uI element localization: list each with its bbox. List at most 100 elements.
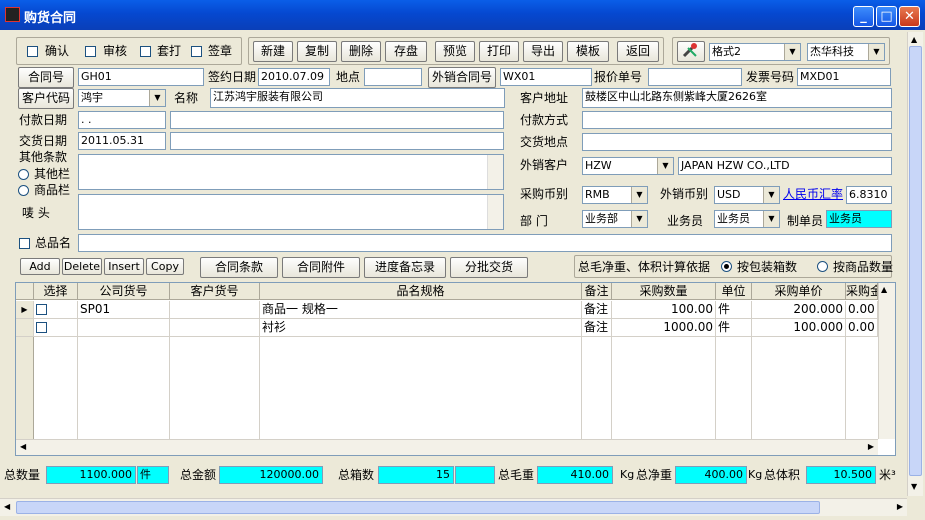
export-button[interactable]: 导出: [523, 41, 563, 62]
pay-method-field[interactable]: [582, 111, 892, 129]
sign-date-field[interactable]: 2010.07.09: [258, 68, 330, 86]
window-vertical-scrollbar[interactable]: ▲ ▼: [907, 32, 923, 496]
cell-note[interactable]: 备注: [582, 301, 612, 319]
contract-no-field[interactable]: GH01: [78, 68, 204, 86]
by-goods-radio[interactable]: [817, 261, 828, 272]
maker-field[interactable]: 业务员: [826, 210, 892, 228]
purchase-currency-select[interactable]: RMB ▼: [582, 186, 648, 204]
tab-batch-delivery[interactable]: 分批交货: [450, 257, 528, 278]
overprint-checkbox[interactable]: [140, 46, 151, 57]
column-header-company-no[interactable]: 公司货号: [78, 283, 170, 300]
row-select-checkbox[interactable]: [36, 322, 47, 333]
pay-date-field[interactable]: . .: [78, 111, 166, 129]
save-button[interactable]: 存盘: [385, 41, 427, 62]
scroll-down-icon[interactable]: ▼: [911, 482, 917, 491]
column-header-select[interactable]: 选择: [34, 283, 78, 300]
delivery-place-field[interactable]: [582, 133, 892, 151]
by-box-radio[interactable]: [721, 261, 732, 272]
table-vertical-scrollbar[interactable]: ▲: [878, 283, 895, 439]
window-hscroll-thumb[interactable]: [16, 501, 820, 514]
tools-icon[interactable]: [677, 41, 705, 62]
close-button[interactable]: ✕: [899, 6, 920, 27]
contract-no-button[interactable]: 合同号: [18, 67, 74, 88]
cell-spec[interactable]: 衬衫: [260, 319, 582, 337]
format-select[interactable]: 格式2 ▼: [709, 43, 801, 61]
cell-amount[interactable]: 0.00: [846, 301, 878, 319]
scroll-left-icon[interactable]: ◀: [20, 442, 26, 451]
cell-price[interactable]: 100.000: [752, 319, 846, 337]
insert-row-button[interactable]: Insert: [104, 258, 144, 275]
invoice-no-field[interactable]: MXD01: [797, 68, 891, 86]
company-select[interactable]: 杰华科技 ▼: [807, 43, 885, 61]
delivery-note-field[interactable]: [170, 132, 504, 150]
scroll-up-icon[interactable]: ▲: [911, 35, 917, 44]
export-customer-name-field[interactable]: JAPAN HZW CO.,LTD: [678, 157, 892, 175]
column-header-unit[interactable]: 单位: [716, 283, 752, 300]
name-field[interactable]: 江苏鸿宇服装有限公司: [210, 88, 505, 108]
customer-code-select[interactable]: 鸿宇 ▼: [78, 89, 166, 107]
template-button[interactable]: 模板: [567, 41, 609, 62]
add-row-button[interactable]: Add: [20, 258, 60, 275]
customer-address-field[interactable]: 鼓楼区中山北路东侧紫峰大厦2626室: [582, 88, 892, 108]
cell-amount[interactable]: 0.00: [846, 319, 878, 337]
other-column-radio[interactable]: [18, 169, 29, 180]
delete-button[interactable]: 删除: [341, 41, 381, 62]
copy-button[interactable]: 复制: [297, 41, 337, 62]
mark-textarea[interactable]: [78, 194, 504, 230]
column-header-qty[interactable]: 采购数量: [612, 283, 716, 300]
cell-company-no[interactable]: [78, 319, 170, 337]
export-customer-select[interactable]: HZW ▼: [582, 157, 674, 175]
column-header-price[interactable]: 采购单价: [752, 283, 846, 300]
dept-select[interactable]: 业务部 ▼: [582, 210, 648, 228]
goods-column-radio[interactable]: [18, 185, 29, 196]
cell-qty[interactable]: 1000.00: [612, 319, 716, 337]
export-contract-field[interactable]: WX01: [500, 68, 592, 86]
cell-customer-no[interactable]: [170, 319, 260, 337]
mark-scrollbar[interactable]: [487, 195, 503, 229]
tab-contract-terms[interactable]: 合同条款: [200, 257, 278, 278]
window-scroll-thumb[interactable]: [909, 46, 922, 476]
cell-qty[interactable]: 100.00: [612, 301, 716, 319]
column-header-customer-no[interactable]: 客户货号: [170, 283, 260, 300]
salesman-select[interactable]: 业务员 ▼: [714, 210, 780, 228]
delete-row-button[interactable]: Delete: [62, 258, 102, 275]
other-terms-textarea[interactable]: [78, 154, 504, 190]
preview-button[interactable]: 预览: [435, 41, 475, 62]
exchange-rate-field[interactable]: 6.8310: [846, 186, 892, 204]
customer-code-button[interactable]: 客户代码: [18, 88, 74, 109]
quote-no-field[interactable]: [648, 68, 742, 86]
window-horizontal-scrollbar[interactable]: ◀ ▶: [0, 498, 907, 516]
delivery-date-field[interactable]: 2011.05.31: [78, 132, 166, 150]
cell-unit[interactable]: 件: [716, 301, 752, 319]
export-contract-button[interactable]: 外销合同号: [428, 67, 496, 88]
new-button[interactable]: 新建: [253, 41, 293, 62]
table-horizontal-scrollbar[interactable]: ◀ ▶: [16, 439, 878, 455]
scroll-right-icon[interactable]: ▶: [897, 502, 903, 511]
cell-customer-no[interactable]: [170, 301, 260, 319]
exchange-rate-link[interactable]: 人民币汇率: [783, 185, 843, 203]
tab-contract-attachments[interactable]: 合同附件: [282, 257, 360, 278]
column-header-note[interactable]: 备注: [582, 283, 612, 300]
export-currency-select[interactable]: USD ▼: [714, 186, 780, 204]
row-select-checkbox[interactable]: [36, 304, 47, 315]
scroll-left-icon[interactable]: ◀: [4, 502, 10, 511]
table-row[interactable]: [34, 301, 78, 319]
cell-spec[interactable]: 商品一 规格一: [260, 301, 582, 319]
print-button[interactable]: 打印: [479, 41, 519, 62]
seal-checkbox[interactable]: [191, 46, 202, 57]
column-header-spec[interactable]: 品名规格: [260, 283, 582, 300]
review-checkbox[interactable]: [85, 46, 96, 57]
column-header-amount[interactable]: 采购金: [846, 283, 878, 300]
product-name-field[interactable]: [78, 234, 892, 252]
minimize-button[interactable]: _: [853, 6, 874, 27]
pay-date-note-field[interactable]: [170, 111, 504, 129]
cell-note[interactable]: 备注: [582, 319, 612, 337]
copy-row-button[interactable]: Copy: [146, 258, 184, 275]
scroll-right-icon[interactable]: ▶: [868, 442, 874, 451]
product-name-checkbox[interactable]: [19, 238, 30, 249]
cell-price[interactable]: 200.000: [752, 301, 846, 319]
cell-company-no[interactable]: SP01: [78, 301, 170, 319]
tab-progress-memo[interactable]: 进度备忘录: [364, 257, 446, 278]
table-row[interactable]: [34, 319, 78, 337]
scroll-up-icon[interactable]: ▲: [881, 285, 887, 294]
